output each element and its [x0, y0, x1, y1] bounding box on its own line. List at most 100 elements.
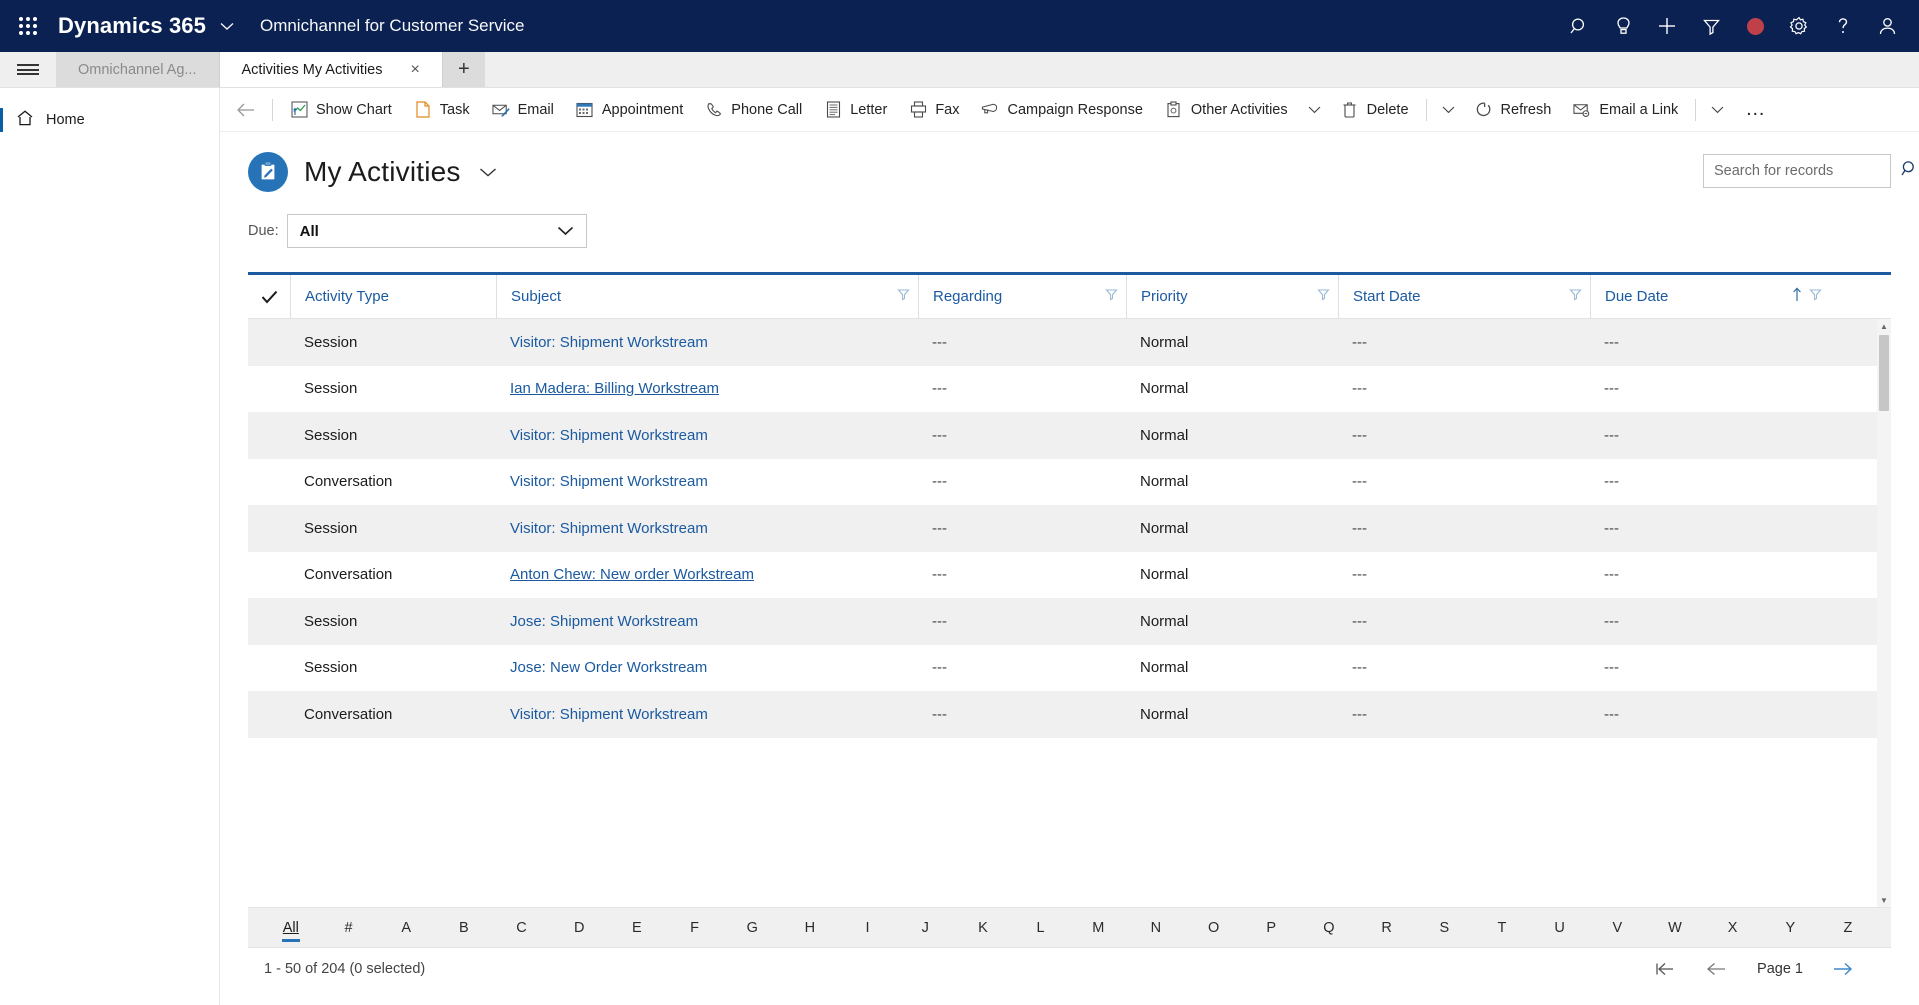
column-filter-icon[interactable] [1317, 288, 1330, 305]
cell-subject[interactable]: Jose: Shipment Workstream [496, 613, 918, 630]
search-icon[interactable] [1557, 0, 1601, 52]
email-a-link-button[interactable]: Email a Link [1562, 88, 1689, 131]
phone-call-button[interactable]: Phone Call [694, 88, 813, 131]
cell-subject[interactable]: Visitor: Shipment Workstream [496, 706, 918, 723]
select-all-checkbox[interactable] [248, 290, 290, 304]
filter-icon[interactable] [1689, 0, 1733, 52]
view-selector-chevron-down-icon[interactable] [479, 167, 497, 178]
table-row[interactable]: Session Visitor: Shipment Workstream --- No… [248, 505, 1891, 552]
plus-icon[interactable] [1645, 0, 1689, 52]
alpha-filter-i[interactable]: I [839, 908, 897, 948]
alpha-filter-y[interactable]: Y [1761, 908, 1819, 948]
new-tab-button[interactable]: + [442, 52, 485, 87]
alpha-filter-b[interactable]: B [435, 908, 493, 948]
column-filter-icon[interactable] [1809, 288, 1822, 305]
scrollbar-thumb[interactable] [1879, 335, 1889, 411]
search-icon[interactable] [1901, 160, 1918, 182]
appointment-button[interactable]: Appointment [565, 88, 694, 131]
other-activities-chevron-down-icon[interactable] [1299, 88, 1330, 131]
table-row[interactable]: Session Jose: Shipment Workstream --- Norma… [248, 598, 1891, 645]
alpha-filter-w[interactable]: W [1646, 908, 1704, 948]
alpha-filter-g[interactable]: G [723, 908, 781, 948]
alpha-filter-z[interactable]: Z [1819, 908, 1877, 948]
alpha-filter-v[interactable]: V [1588, 908, 1646, 948]
column-header-start-date[interactable]: Start Date [1338, 275, 1590, 319]
tab-activities-my-activities[interactable]: Activities My Activities × [219, 52, 443, 87]
alpha-filter-l[interactable]: L [1012, 908, 1070, 948]
table-row[interactable]: Conversation Visitor: Shipment Workstream… [248, 691, 1891, 738]
lightbulb-icon[interactable] [1601, 0, 1645, 52]
sidebar-item-home[interactable]: Home [0, 100, 219, 140]
cell-subject[interactable]: Jose: New Order Workstream [496, 659, 918, 676]
cell-subject[interactable]: Visitor: Shipment Workstream [496, 334, 918, 351]
next-page-button[interactable] [1817, 948, 1869, 990]
alpha-filter-t[interactable]: T [1473, 908, 1531, 948]
cell-subject[interactable]: Visitor: Shipment Workstream [496, 473, 918, 490]
letter-button[interactable]: Letter [813, 88, 898, 131]
alpha-filter-f[interactable]: F [666, 908, 724, 948]
tab-omnichannel-agent[interactable]: Omnichannel Ag... [56, 52, 220, 87]
scrollbar-track[interactable] [1877, 333, 1891, 893]
table-row[interactable]: Conversation Anton Chew: New order Workst… [248, 552, 1891, 599]
close-icon[interactable]: × [411, 61, 420, 78]
alpha-filter-x[interactable]: X [1704, 908, 1762, 948]
brand-chevron-down-icon[interactable] [220, 18, 234, 34]
delete-button[interactable]: Delete [1330, 88, 1420, 131]
user-icon[interactable] [1865, 0, 1909, 52]
alpha-filter-all[interactable]: All [262, 908, 320, 948]
search-records-box[interactable] [1703, 154, 1914, 188]
more-commands-button[interactable]: … [1733, 88, 1778, 131]
column-filter-icon[interactable] [1105, 288, 1118, 305]
alpha-filter-hash[interactable]: # [320, 908, 378, 948]
alpha-filter-k[interactable]: K [954, 908, 1012, 948]
show-chart-button[interactable]: Show Chart [279, 88, 403, 131]
alpha-filter-a[interactable]: A [377, 908, 435, 948]
help-icon[interactable] [1821, 0, 1865, 52]
column-filter-icon[interactable] [897, 288, 910, 305]
alpha-filter-u[interactable]: U [1531, 908, 1589, 948]
alpha-filter-j[interactable]: J [896, 908, 954, 948]
fax-button[interactable]: Fax [898, 88, 970, 131]
scroll-up-icon[interactable]: ▲ [1877, 319, 1891, 333]
table-row[interactable]: Session Ian Madera: Billing Workstream ---… [248, 366, 1891, 413]
table-row[interactable]: Session Visitor: Shipment Workstream --- No… [248, 319, 1891, 366]
task-button[interactable]: Task [403, 88, 481, 131]
site-map-toggle-button[interactable] [0, 52, 56, 87]
scroll-down-icon[interactable]: ▼ [1877, 893, 1891, 907]
column-header-priority[interactable]: Priority [1126, 275, 1338, 319]
grid-vertical-scrollbar[interactable]: ▲ ▼ [1877, 319, 1891, 907]
alpha-filter-q[interactable]: Q [1300, 908, 1358, 948]
first-page-button[interactable] [1639, 948, 1691, 990]
column-header-due-date[interactable]: Due Date [1590, 275, 1830, 319]
delete-chevron-down-icon[interactable] [1433, 88, 1464, 131]
alpha-filter-n[interactable]: N [1127, 908, 1185, 948]
alpha-filter-e[interactable]: E [608, 908, 666, 948]
search-input[interactable] [1714, 163, 1901, 179]
column-header-subject[interactable]: Subject [496, 275, 918, 319]
alpha-filter-d[interactable]: D [550, 908, 608, 948]
column-header-activity-type[interactable]: Activity Type [290, 275, 496, 319]
previous-page-button[interactable] [1691, 948, 1743, 990]
sort-ascending-icon[interactable] [1791, 287, 1803, 306]
campaign-response-button[interactable]: Campaign Response [970, 88, 1153, 131]
presence-dot-icon[interactable] [1733, 0, 1777, 52]
alpha-filter-o[interactable]: O [1185, 908, 1243, 948]
alpha-filter-s[interactable]: S [1415, 908, 1473, 948]
alpha-filter-c[interactable]: C [493, 908, 551, 948]
column-header-regarding[interactable]: Regarding [918, 275, 1126, 319]
alpha-filter-h[interactable]: H [781, 908, 839, 948]
alpha-filter-m[interactable]: M [1069, 908, 1127, 948]
gear-icon[interactable] [1777, 0, 1821, 52]
refresh-button[interactable]: Refresh [1464, 88, 1563, 131]
cell-subject[interactable]: Visitor: Shipment Workstream [496, 427, 918, 444]
table-row[interactable]: Conversation Visitor: Shipment Workstream… [248, 459, 1891, 506]
cell-subject[interactable]: Ian Madera: Billing Workstream [496, 380, 918, 397]
back-button[interactable] [226, 88, 266, 131]
cell-subject[interactable]: Anton Chew: New order Workstream [496, 566, 918, 583]
due-filter-select[interactable]: All [286, 214, 587, 248]
column-filter-icon[interactable] [1569, 288, 1582, 305]
alpha-filter-r[interactable]: R [1358, 908, 1416, 948]
table-row[interactable]: Session Jose: New Order Workstream --- Norm… [248, 645, 1891, 692]
app-launcher-button[interactable] [0, 17, 56, 35]
email-button[interactable]: Email [481, 88, 565, 131]
